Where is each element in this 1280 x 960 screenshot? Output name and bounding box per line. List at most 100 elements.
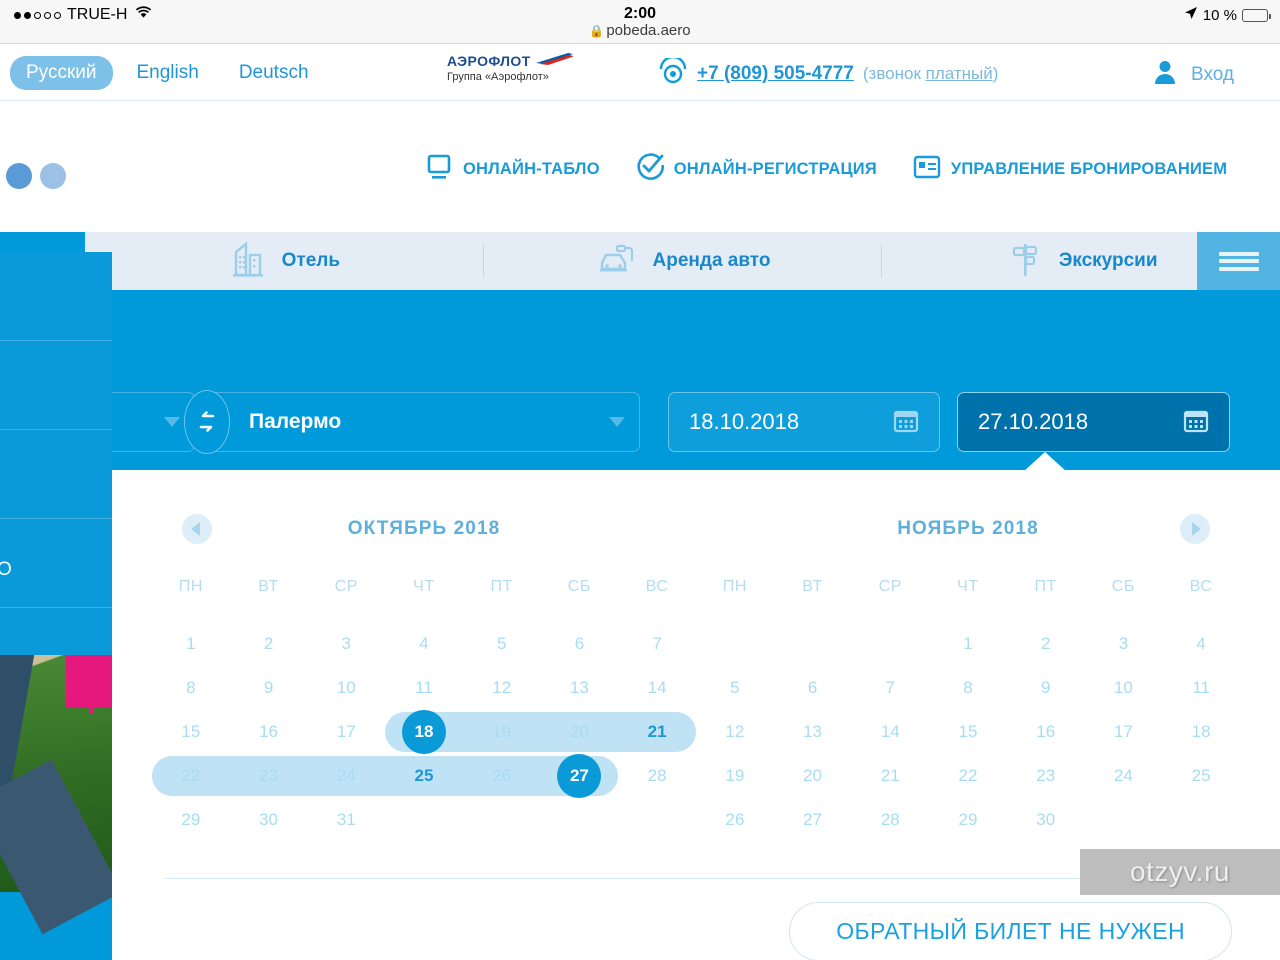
phone-note-link[interactable]: платный <box>926 64 993 83</box>
logo-subtitle: Группа «Аэрофлот» <box>447 71 549 83</box>
suggestion-item[interactable] <box>0 252 112 341</box>
tab-hotel[interactable]: Отель <box>85 232 483 290</box>
suggestion-item[interactable] <box>0 341 112 430</box>
calendar-day-cell: 14 <box>618 666 696 710</box>
calendar-day-number: 2 <box>1040 634 1051 653</box>
departure-date-value: 18.10.2018 <box>689 409 800 434</box>
calendar-day-number: 17 <box>1113 722 1133 741</box>
next-month-button[interactable] <box>1180 514 1210 544</box>
calendar-day-cell: 8 <box>152 666 230 710</box>
month-grid: 1 2 3 4 5 6 7 8 9 10 11 12 13 14 15 16 17 18 19 20 21 22 23 24 2… <box>152 622 696 842</box>
weekday-sat: СБ <box>567 578 592 595</box>
battery-percent-label: 10 % <box>1202 6 1237 24</box>
lang-option-ru[interactable]: Русский <box>10 56 113 90</box>
hamburger-line-3 <box>1218 266 1259 271</box>
phone-number-link[interactable]: +7 (809) 505-4777 <box>697 63 854 85</box>
return-date-field[interactable]: 27.10.2018 <box>957 392 1230 452</box>
aeroflot-wing-icon <box>534 52 574 70</box>
hamburger-menu-button[interactable] <box>1197 232 1280 290</box>
origin-chevron-down-icon <box>164 417 180 427</box>
suggestion-item[interactable] <box>0 430 112 519</box>
nav-online-board-label: ОНЛАЙН-ТАБЛО <box>463 160 600 178</box>
calendar-day-cell: 26 <box>696 798 774 842</box>
calendar-day-number: 10 <box>1113 678 1133 697</box>
chevron-left-icon <box>191 522 200 536</box>
calendar-day-number: 30 <box>259 810 279 829</box>
calendar-day-number: 23 <box>1036 766 1056 785</box>
nav-manage-booking[interactable]: УПРАВЛЕНИЕ БРОНИРОВАНИЕМ <box>913 155 1227 184</box>
destination-photo <box>0 655 122 935</box>
contact-phone-block: +7 (809) 505-4777 (звонок платный) <box>658 55 999 89</box>
calendar-day-cell: 19 <box>696 754 774 798</box>
calendar-day-cell[interactable]: 21 <box>618 710 696 754</box>
calendar-day-cell: 6 <box>774 666 852 710</box>
address-bar[interactable]: 🔒 pobeda.aero <box>0 22 1280 39</box>
suggestion-item[interactable]: ЕРМО <box>0 519 112 608</box>
calendar-day-cell[interactable]: 25 <box>385 754 463 798</box>
calendar-day-number: 2 <box>263 634 274 653</box>
calendar-day-number: 16 <box>1036 722 1056 741</box>
calendar-week-row: 19 20 21 22 23 24 25 <box>696 754 1240 798</box>
flight-search-row: Палермо 18.10.2018 27.10.2018 <box>0 390 1280 458</box>
calendar-day-cell: 5 <box>463 622 541 666</box>
calendar-day-cell: 17 <box>1085 710 1163 754</box>
calendar-day-number: 28 <box>880 810 900 829</box>
month-title: НОЯБРЬ 2018 <box>897 518 1039 539</box>
calendar-day-cell: 12 <box>463 666 541 710</box>
phone-note-prefix: (звонок <box>862 63 926 83</box>
calendar-day-number: 7 <box>652 634 662 653</box>
language-switcher: Русский English Deutsch <box>10 56 325 90</box>
calendar-day-number: 5 <box>496 634 507 653</box>
destination-chevron-down-icon <box>609 417 625 427</box>
departure-date-field[interactable]: 18.10.2018 <box>668 392 940 452</box>
month-grid: 1 2 3 4 5 6 7 8 9 10 11 12 13 14 15 16 17 18 19 20 21 22 23 24 2… <box>696 622 1240 842</box>
nav-online-board[interactable]: ОНЛАЙН-ТАБЛО <box>425 154 600 185</box>
nav-online-checkin[interactable]: ОНЛАЙН-РЕГИСТРАЦИЯ <box>636 153 877 186</box>
login-button[interactable]: Вход <box>1151 58 1234 91</box>
calendar-day-cell: 1 <box>929 622 1007 666</box>
calendar-day-number: 21 <box>880 766 900 785</box>
calendar-week-row: 1 2 3 4 5 6 7 <box>152 622 696 666</box>
calendar-day-number: 12 <box>725 722 745 741</box>
site-watermark: otzyv.ru <box>1080 849 1280 895</box>
lang-option-de[interactable]: Deutsch <box>223 56 325 90</box>
status-clock: 2:00 <box>623 5 657 22</box>
calendar-day-number: 4 <box>1196 634 1206 653</box>
calendar-day-cell: 10 <box>1085 666 1163 710</box>
prev-month-button[interactable] <box>182 514 212 544</box>
pobeda-logo-dots <box>6 163 66 189</box>
month-title: ОКТЯБРЬ 2018 <box>347 518 501 539</box>
weekday-wed: СР <box>878 578 902 595</box>
phone-note: (звонок платный) <box>863 64 999 84</box>
calendar-day-cell: 16 <box>1007 710 1085 754</box>
watermark-text: otzyv.ru <box>1130 856 1230 887</box>
weekday-sat: СБ <box>1111 578 1136 595</box>
swap-directions-button[interactable] <box>184 390 230 454</box>
aeroflot-logo[interactable]: АЭРОФЛОТ Группа «Аэрофлот» <box>447 52 607 83</box>
weekday-header-row: ПН ВТ СР ЧТ ПТ СБ ВС <box>152 578 696 596</box>
calendar-week-row: 5 6 7 8 9 10 11 <box>696 666 1240 710</box>
calendar-empty-cell <box>851 622 929 666</box>
calendar-icon <box>1183 407 1209 438</box>
calendar-day-cell[interactable]: 27 <box>540 754 619 798</box>
calendar-day-cell: 11 <box>1162 666 1240 710</box>
logo-wordmark: АЭРОФЛОТ <box>447 53 531 69</box>
calendar-day-number: 22 <box>181 766 201 785</box>
calendar-day-cell: 25 <box>1162 754 1240 798</box>
lang-option-en[interactable]: English <box>121 56 215 90</box>
calendar-day-number: 23 <box>259 766 279 785</box>
calendar-day-cell: 20 <box>540 710 619 754</box>
calendar-day-number: 16 <box>259 722 279 741</box>
no-return-ticket-button[interactable]: ОБРАТНЫЙ БИЛЕТ НЕ НУЖЕН <box>789 902 1232 960</box>
calendar-empty-cell <box>774 622 852 666</box>
calendar-day-cell: 2 <box>230 622 308 666</box>
calendar-day-number: 6 <box>574 634 585 653</box>
weekday-fri: ПТ <box>1034 578 1057 595</box>
calendar-day-cell: 24 <box>1085 754 1163 798</box>
destination-field[interactable]: Палермо <box>210 392 640 452</box>
destination-value: Палермо <box>249 410 342 433</box>
calendar-day-cell: 8 <box>929 666 1007 710</box>
tab-car-rental[interactable]: Аренда авто <box>484 232 882 290</box>
weekday-sun: ВС <box>645 578 669 595</box>
calendar-day-cell[interactable]: 18 <box>385 710 463 754</box>
